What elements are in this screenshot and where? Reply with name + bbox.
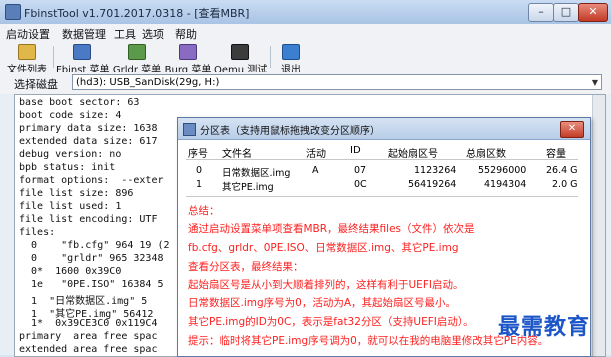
- table-bottom-divider: [186, 196, 578, 197]
- mbr-line: 0 "grldr" 965 32348: [19, 253, 164, 264]
- row1-id[interactable]: 0C: [354, 179, 367, 190]
- window-title: FbinstTool v1.701.2017.0318 - [查看MBR]: [24, 7, 250, 20]
- row1-filename[interactable]: 其它PE.img: [222, 179, 274, 193]
- col-header-id[interactable]: ID: [350, 145, 361, 156]
- summary-line: 日常数据区.img序号为0，活动为A，其起始扇区号最小。: [188, 297, 457, 309]
- mbr-line: extended area free spac: [19, 344, 158, 355]
- mbr-line: boot code size: 4: [19, 110, 122, 121]
- row0-active[interactable]: A: [312, 165, 319, 176]
- menu-bar: 启动设置 数据管理 工具 选项 帮助: [0, 24, 611, 43]
- menu-data-management[interactable]: 数据管理: [62, 26, 106, 42]
- row0-index[interactable]: 0: [196, 165, 202, 176]
- menu-doc-icon: [128, 44, 146, 60]
- row1-total-sectors[interactable]: 4194304: [484, 179, 526, 190]
- menu-doc-icon: [179, 44, 197, 60]
- mbr-line: format options: --exter: [19, 175, 164, 186]
- summary-line: fb.cfg、grldr、0PE.ISO、日常数据区.img、其它PE.img: [188, 242, 459, 254]
- summary-line: 查看分区表，最终结果：: [188, 261, 304, 273]
- summary-line: 提示：临时将其它PE.img序号调为0，就可以在我的电脑里修改其它PE内容。: [188, 335, 549, 347]
- col-header-capacity[interactable]: 容量: [546, 145, 566, 160]
- vertical-scrollbar[interactable]: [592, 95, 605, 356]
- menu-help[interactable]: 帮助: [175, 26, 197, 42]
- disk-select-dropdown[interactable]: (hd3): USB_SanDisk(29g, H:) ▼: [72, 74, 602, 90]
- watermark-logo: 最需教育: [498, 314, 591, 340]
- dialog-close-button[interactable]: ✕: [560, 121, 584, 138]
- mbr-line: 0 "fb.cfg" 964 19 (2: [19, 240, 170, 251]
- mbr-line: base boot sector: 63: [19, 97, 140, 108]
- dialog-title: 分区表（支持用鼠标拖拽改变分区顺序）: [200, 126, 380, 137]
- fbinsttool-window: FbinstTool v1.701.2017.0318 - [查看MBR] – …: [0, 0, 611, 357]
- summary-line: 起始扇区号是从小到大顺着排列的，这样有利于UEFI启动。: [188, 279, 464, 291]
- mbr-line: extended data size: 617: [19, 136, 158, 147]
- mbr-line: 0* 1600 0x39C0: [19, 266, 122, 277]
- mbr-line: file list encoding: UTF: [19, 214, 158, 225]
- row0-start-sector[interactable]: 1123264: [414, 165, 456, 176]
- col-header-active[interactable]: 活动: [306, 145, 326, 160]
- col-header-total-sectors[interactable]: 总扇区数: [466, 145, 506, 160]
- col-header-filename[interactable]: 文件名: [222, 145, 252, 160]
- header-divider: [186, 159, 578, 160]
- app-icon: [5, 4, 21, 20]
- row1-capacity[interactable]: 2.0 G: [552, 179, 578, 190]
- mbr-line: bpb status: init: [19, 162, 116, 173]
- mbr-line: primary area free spac: [19, 331, 158, 342]
- menu-options[interactable]: 选项: [142, 26, 164, 42]
- row1-start-sector[interactable]: 56419264: [408, 179, 456, 190]
- dialog-icon: [183, 123, 196, 136]
- mbr-line: 1* 0x39CE3C0 0x119C4: [19, 318, 158, 329]
- dialog-title-bar: 分区表（支持用鼠标拖拽改变分区顺序） ✕: [178, 118, 590, 140]
- close-button[interactable]: ✕: [578, 3, 608, 22]
- row0-id[interactable]: 07: [354, 165, 366, 176]
- monitor-icon: [231, 44, 249, 60]
- exit-door-icon: [282, 44, 300, 60]
- summary-line: 通过启动设置菜单项查看MBR，最终结果files（文件）依次是: [188, 223, 475, 235]
- toolbar: 文件列表 Fbinst 菜单 Grldr 菜单 Burg 菜单 Qemu 测试 …: [0, 42, 611, 76]
- toolbar-separator: [270, 46, 271, 68]
- mbr-line: file list size: 896: [19, 188, 134, 199]
- chevron-down-icon[interactable]: ▼: [592, 75, 598, 91]
- mbr-line: file list used: 1: [19, 201, 122, 212]
- minimize-button[interactable]: –: [528, 3, 554, 22]
- toolbar-separator: [53, 46, 54, 68]
- disk-select-row: 选择磁盘 (hd3): USB_SanDisk(29g, H:) ▼: [0, 72, 611, 94]
- disk-select-value: (hd3): USB_SanDisk(29g, H:): [76, 77, 220, 88]
- disk-select-label: 选择磁盘: [14, 78, 58, 91]
- col-header-start-sector[interactable]: 起始扇区号: [388, 145, 438, 160]
- maximize-button[interactable]: □: [553, 3, 579, 22]
- menu-boot-settings[interactable]: 启动设置: [6, 26, 50, 42]
- mbr-line: debug version: no: [19, 149, 122, 160]
- mbr-line: primary data size: 1638: [19, 123, 158, 134]
- row0-filename[interactable]: 日常数据区.img: [222, 165, 290, 179]
- mbr-line: files:: [19, 227, 56, 238]
- col-header-index[interactable]: 序号: [188, 145, 208, 160]
- title-bar: FbinstTool v1.701.2017.0318 - [查看MBR] – …: [0, 0, 611, 25]
- row0-capacity[interactable]: 26.4 G: [546, 165, 578, 176]
- mbr-line: 1e "0PE.ISO" 16384 5: [19, 279, 164, 290]
- summary-line: 其它PE.img的ID为0C，表示是fat32分区（支持UEFI启动）。: [188, 316, 474, 328]
- row0-total-sectors[interactable]: 55296000: [478, 165, 526, 176]
- row1-index[interactable]: 1: [196, 179, 202, 190]
- folder-icon: [18, 44, 36, 60]
- summary-title: 总结：: [188, 205, 220, 217]
- menu-tools[interactable]: 工具: [114, 26, 136, 42]
- menu-doc-icon: [73, 44, 91, 60]
